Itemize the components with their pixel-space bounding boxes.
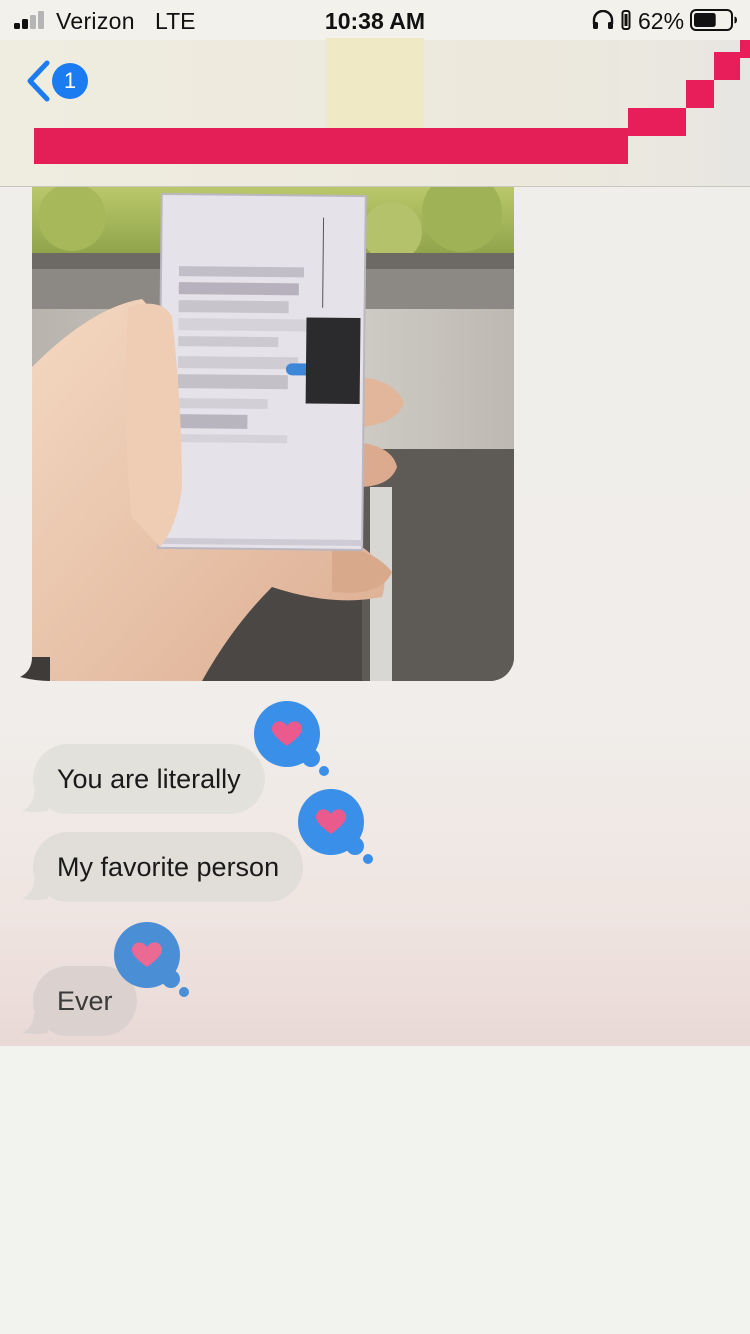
message-bubble[interactable]: You are literally (33, 744, 265, 814)
unread-count-badge: 1 (52, 63, 88, 99)
back-button[interactable]: 1 (24, 58, 92, 104)
message-text: My favorite person (57, 852, 280, 882)
bubble-tail (20, 657, 50, 681)
photo-attachment (32, 187, 514, 681)
heart-tapback-icon[interactable] (113, 921, 189, 999)
chevron-left-icon (27, 60, 50, 102)
empty-area (0, 1046, 750, 1334)
message-list[interactable]: You are literally My favorite person Eve… (0, 187, 750, 1047)
message-bubble[interactable]: My favorite person (33, 832, 304, 902)
contact-avatar-redacted[interactable] (326, 38, 424, 134)
conversation-header: 1 (0, 38, 750, 187)
message-text: Ever (57, 986, 113, 1016)
orientation-lock-icon (621, 10, 631, 30)
status-bar: Verizon LTE 10:38 AM 62% (0, 0, 750, 40)
message-text: You are literally (57, 764, 241, 794)
photo-message[interactable] (32, 187, 514, 681)
contact-name-redacted[interactable] (34, 128, 628, 164)
heart-tapback-icon[interactable] (297, 788, 373, 866)
headphones-icon (592, 10, 614, 29)
heart-tapback-icon[interactable] (253, 700, 329, 778)
battery-percent: 62% (638, 8, 685, 34)
battery-icon (690, 9, 737, 31)
